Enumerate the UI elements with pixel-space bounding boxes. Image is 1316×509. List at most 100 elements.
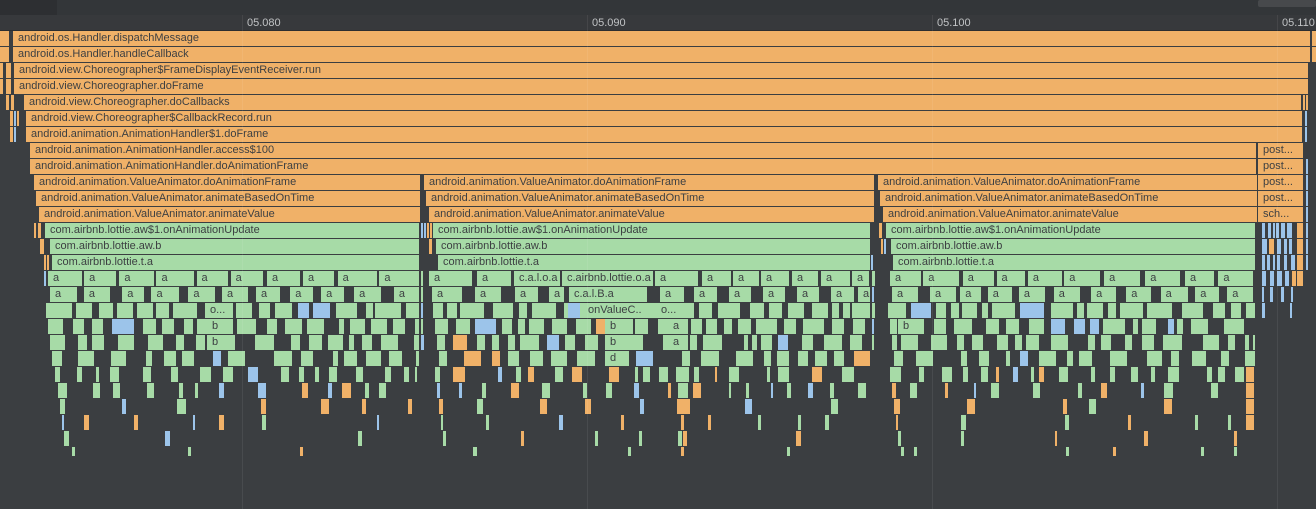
flame-bar-sliver[interactable] — [408, 399, 412, 414]
flame-bar-sliver[interactable] — [1297, 271, 1303, 286]
flame-bar[interactable]: post... — [1258, 175, 1303, 190]
flame-bar-sliver[interactable] — [1203, 335, 1219, 350]
flame-bar-sliver[interactable] — [508, 335, 515, 350]
flame-bar-sliver[interactable] — [690, 335, 697, 350]
flame-bar-sliver[interactable] — [659, 367, 667, 382]
flame-bar-sliver[interactable] — [961, 415, 966, 430]
flame-bar-sliver[interactable] — [421, 271, 423, 286]
flame-bar-sliver[interactable] — [1151, 367, 1154, 382]
flame-bar-sliver[interactable] — [148, 335, 163, 350]
flame-bar-sliver[interactable] — [834, 351, 843, 366]
flame-bar[interactable]: a — [852, 271, 869, 286]
flame-bar-sliver[interactable] — [683, 431, 687, 446]
flame-bar-sliver[interactable] — [1141, 383, 1144, 398]
flame-bar-sliver[interactable] — [744, 335, 748, 350]
flame-bar[interactable]: a — [694, 287, 717, 302]
flame-bar-sliver[interactable] — [147, 383, 154, 398]
flame-bar-sliver[interactable] — [677, 399, 690, 414]
flame-bar-sliver[interactable] — [143, 367, 151, 382]
flame-bar[interactable]: a — [48, 271, 82, 286]
flame-bar[interactable]: a — [660, 287, 684, 302]
flame-bar-sliver[interactable] — [752, 335, 757, 350]
flame-bar-sliver[interactable] — [1245, 335, 1249, 350]
flame-bar-sliver[interactable] — [678, 383, 688, 398]
flame-bar-sliver[interactable] — [1297, 223, 1303, 238]
flame-bar-sliver[interactable] — [134, 415, 138, 430]
flame-bar-sliver[interactable] — [979, 351, 989, 366]
flame-bar[interactable]: android.animation.ValueAnimator.doAnimat… — [878, 175, 1257, 190]
flame-bar[interactable]: a — [1054, 287, 1081, 302]
flame-bar-sliver[interactable] — [1262, 287, 1264, 302]
flame-bar-sliver[interactable] — [609, 367, 618, 382]
flame-bar-sliver[interactable] — [778, 367, 789, 382]
flame-bar-sliver[interactable] — [1306, 191, 1308, 206]
flame-bar-sliver[interactable] — [701, 351, 718, 366]
flame-bar-sliver[interactable] — [778, 335, 788, 350]
flame-bar-sliver[interactable] — [1006, 351, 1010, 366]
flame-bar-sliver[interactable] — [6, 79, 11, 94]
flame-bar-sliver[interactable] — [694, 367, 699, 382]
flame-bar-sliver[interactable] — [1168, 367, 1178, 382]
flame-bar-sliver[interactable] — [1303, 95, 1305, 110]
flame-bar-sliver[interactable] — [424, 223, 426, 238]
flame-bar-sliver[interactable] — [1292, 271, 1296, 286]
flame-bar-sliver[interactable] — [1284, 255, 1287, 270]
flame-bar-sliver[interactable] — [788, 303, 805, 318]
flame-bar-sliver[interactable] — [901, 335, 918, 350]
flame-bar-sliver[interactable] — [892, 383, 896, 398]
flame-bar-sliver[interactable] — [415, 319, 419, 334]
flame-bar-sliver[interactable] — [1306, 223, 1308, 238]
flame-bar[interactable]: com.airbnb.lottie.aw.b — [436, 239, 870, 254]
flame-bar-sliver[interactable] — [196, 335, 205, 350]
flame-bar-sliver[interactable] — [237, 319, 256, 334]
flame-bar-sliver[interactable] — [986, 319, 999, 334]
flame-bar-sliver[interactable] — [1211, 383, 1219, 398]
flame-bar[interactable]: com.airbnb.lottie.aw$1.onAnimationUpdate — [45, 223, 419, 238]
flame-bar-sliver[interactable] — [879, 223, 882, 238]
flame-bar-sliver[interactable] — [492, 335, 499, 350]
flame-bar[interactable]: android.animation.ValueAnimator.doAnimat… — [34, 175, 420, 190]
flame-bar-sliver[interactable] — [1131, 367, 1137, 382]
flame-bar-sliver[interactable] — [892, 335, 897, 350]
flame-bar-sliver[interactable] — [681, 447, 684, 456]
flame-bar-sliver[interactable] — [914, 447, 917, 456]
flame-bar-sliver[interactable] — [1078, 383, 1082, 398]
flame-bar-sliver[interactable] — [179, 383, 182, 398]
flame-bar-sliver[interactable] — [389, 351, 402, 366]
flame-bar[interactable]: android.animation.ValueAnimator.animateB… — [36, 191, 420, 206]
flame-bar-sliver[interactable] — [377, 415, 379, 430]
flame-bar[interactable]: a — [290, 287, 313, 302]
flame-bar-sliver[interactable] — [307, 319, 324, 334]
flame-bar-sliver[interactable] — [764, 351, 770, 366]
flame-bar-sliver[interactable] — [1051, 319, 1065, 334]
flame-bar[interactable]: a — [119, 271, 153, 286]
flame-bar[interactable]: com.airbnb.lottie.aw.b — [891, 239, 1255, 254]
flame-bar-sliver[interactable] — [76, 303, 92, 318]
flame-bar-sliver[interactable] — [328, 335, 342, 350]
flame-bar-sliver[interactable] — [258, 383, 266, 398]
flame-bar-sliver[interactable] — [464, 351, 482, 366]
flame-bar-sliver[interactable] — [761, 335, 772, 350]
flame-bar-sliver[interactable] — [981, 367, 988, 382]
flame-bar-sliver[interactable] — [73, 319, 83, 334]
flame-bar-sliver[interactable] — [1171, 351, 1179, 366]
flame-bar[interactable]: a — [429, 271, 472, 286]
flame-bar-sliver[interactable] — [414, 335, 419, 350]
flame-bar-sliver[interactable] — [439, 399, 443, 414]
flame-bar[interactable]: a — [858, 287, 870, 302]
flame-bar-sliver[interactable] — [640, 399, 644, 414]
flame-bar-sliver[interactable] — [281, 367, 289, 382]
flame-bar-sliver[interactable] — [812, 367, 823, 382]
flame-bar-sliver[interactable] — [1262, 271, 1266, 286]
flame-bar[interactable]: a — [84, 271, 116, 286]
flame-bar-sliver[interactable] — [1039, 351, 1056, 366]
flame-bar[interactable]: com.airbnb.lottie.t.a — [438, 255, 870, 270]
flame-bar-sliver[interactable] — [961, 431, 964, 446]
flame-bar-sliver[interactable] — [10, 127, 13, 142]
flame-bar-sliver[interactable] — [936, 303, 946, 318]
flame-bar[interactable]: a — [821, 271, 850, 286]
flame-bar-sliver[interactable] — [1228, 335, 1235, 350]
flame-bar-sliver[interactable] — [572, 367, 582, 382]
flame-bar[interactable]: a — [1227, 287, 1253, 302]
flame-bar-sliver[interactable] — [336, 303, 357, 318]
